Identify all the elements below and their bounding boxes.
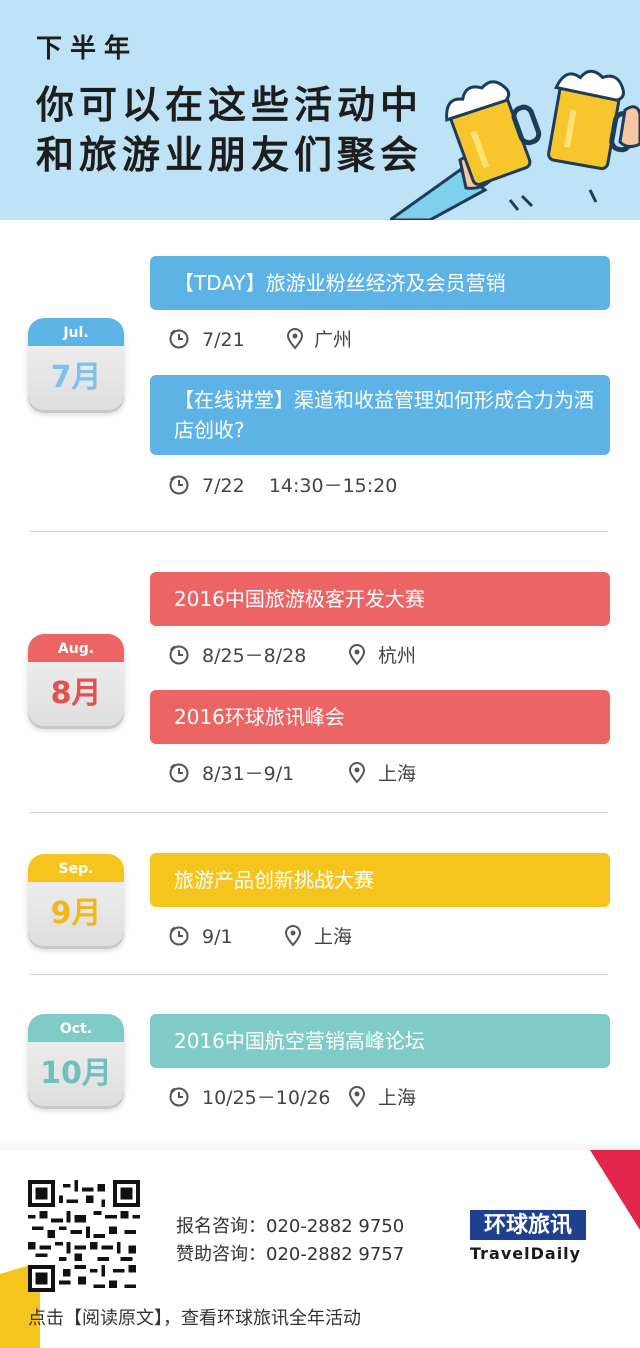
- calendar-month-label: 8月: [50, 676, 102, 711]
- event-date: 7/21: [202, 329, 245, 351]
- event-meta-innovation-challenge: 9/1 上海: [168, 923, 468, 951]
- read-original-link[interactable]: 点击【阅读原文】，查看环球旅讯全年活动: [28, 1304, 361, 1330]
- location-pin-icon: [284, 925, 302, 947]
- calendar-body: Oct. 10月: [28, 1014, 124, 1106]
- calendar-body: Jul. 7月: [28, 318, 124, 410]
- calendar-body: Aug. 8月: [28, 634, 124, 726]
- event-date: 8/31－9/1: [202, 763, 295, 785]
- calendar-icon-october: Oct. 10月: [28, 1014, 124, 1106]
- event-location: 杭州: [378, 645, 417, 667]
- calendar-body: Sep. 9月: [28, 854, 124, 946]
- event-meta-tday: 7/21 广州: [168, 326, 468, 354]
- section-divider: [30, 812, 608, 813]
- event-title-aviation-forum[interactable]: 2016中国航空营销高峰论坛: [150, 1014, 610, 1068]
- calendar-month-label: 10月: [40, 1056, 112, 1091]
- calendar-month-abbr: Jul.: [28, 318, 124, 346]
- location-pin-icon: [348, 762, 366, 784]
- calendar-icon-august: Aug. 8月: [28, 634, 124, 726]
- event-title-tday[interactable]: 【TDAY】旅游业粉丝经济及会员营销: [150, 256, 610, 310]
- event-date: 10/25－10/26: [202, 1087, 331, 1109]
- calendar-month-abbr: Aug.: [28, 634, 124, 662]
- calendar-month-label: 7月: [50, 360, 102, 395]
- event-meta-aviation-forum: 10/25－10/26 上海: [168, 1084, 488, 1112]
- corner-decoration: [590, 1150, 640, 1230]
- event-title-traveldaily-summit[interactable]: 2016环球旅讯峰会: [150, 690, 610, 744]
- location-pin-icon: [348, 644, 366, 666]
- event-title-online-lecture[interactable]: 【在线讲堂】渠道和收益管理如何形成合力为酒店创收?: [150, 375, 610, 455]
- header-line-2: 你可以在这些活动中: [36, 82, 424, 127]
- traveldaily-logo: 环球旅讯: [470, 1210, 586, 1240]
- event-date: 8/25－8/28: [202, 645, 307, 667]
- calendar-icon-july: Jul. 7月: [28, 318, 124, 410]
- header-banner: 下半年 你可以在这些活动中 和旅游业朋友们聚会: [0, 0, 640, 220]
- event-location: 上海: [314, 926, 353, 948]
- location-pin-icon: [348, 1086, 366, 1108]
- event-meta-geek-contest: 8/25－8/28 杭州: [168, 642, 468, 670]
- event-meta-traveldaily-summit: 8/31－9/1 上海: [168, 760, 468, 788]
- traveldaily-logo-en: TravelDaily: [470, 1244, 582, 1263]
- calendar-month-abbr: Oct.: [28, 1014, 124, 1042]
- event-date: 9/1: [202, 926, 233, 948]
- clock-icon: [169, 926, 189, 946]
- event-title-geek-contest[interactable]: 2016中国旅游极客开发大赛: [150, 572, 610, 626]
- calendar-month-abbr: Sep.: [28, 854, 124, 882]
- location-pin-icon: [286, 328, 304, 350]
- clock-icon: [169, 645, 189, 665]
- event-date: 7/22 14:30－15:20: [202, 475, 398, 497]
- calendar-month-label: 9月: [50, 896, 102, 931]
- signup-contact: 报名咨询：020-2882 9750: [176, 1216, 405, 1237]
- event-title-innovation-challenge[interactable]: 旅游产品创新挑战大赛: [150, 853, 610, 907]
- clock-icon: [169, 1087, 189, 1107]
- event-location: 上海: [378, 1087, 417, 1109]
- section-divider: [30, 974, 608, 975]
- event-location: 上海: [378, 763, 417, 785]
- sponsor-contact: 赞助咨询：020-2882 9757: [176, 1244, 405, 1265]
- calendar-icon-september: Sep. 9月: [28, 854, 124, 946]
- clock-icon: [169, 763, 189, 783]
- header-line-1: 下半年: [36, 34, 139, 64]
- header-line-3: 和旅游业朋友们聚会: [36, 132, 424, 177]
- event-location: 广州: [314, 329, 353, 351]
- clock-icon: [169, 475, 189, 495]
- section-divider: [30, 531, 608, 532]
- clock-icon: [169, 329, 189, 349]
- event-meta-online-lecture: 7/22 14:30－15:20: [168, 472, 488, 500]
- beer-toast-illustration: [390, 69, 640, 220]
- qr-code[interactable]: [28, 1180, 140, 1292]
